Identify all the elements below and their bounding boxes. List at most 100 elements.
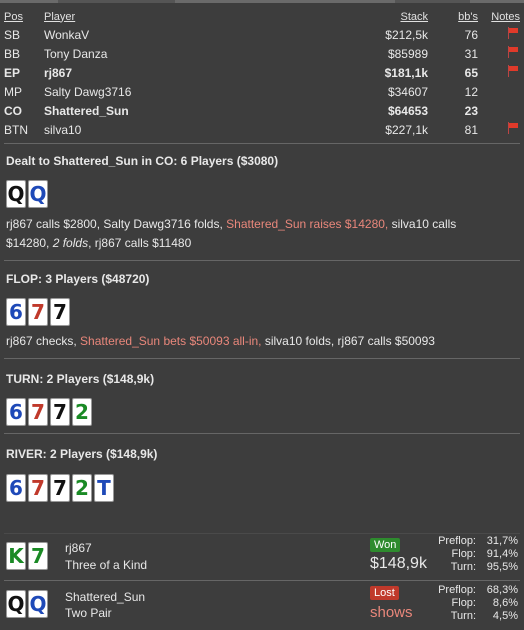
top-bar-segment	[0, 0, 58, 3]
player-bbs: 65	[464, 65, 478, 80]
won-badge: Won	[370, 538, 401, 552]
equity-row: Flop: 91,4%	[428, 548, 518, 561]
flop-action-text: silva10 folds, rj867 calls $50093	[261, 334, 435, 348]
player-name: Salty Dawg3716	[44, 84, 132, 99]
equity-label: Preflop:	[438, 535, 476, 547]
player-stack: $34607	[387, 84, 428, 99]
top-bar-segment	[470, 0, 524, 3]
loser-name: Shattered_Sun	[65, 590, 146, 604]
header-notes[interactable]: Notes	[478, 8, 520, 25]
header-pos[interactable]: Pos	[4, 8, 44, 25]
preflop-hero-action: Shattered_Sun raises $14280,	[226, 217, 389, 231]
player-notes[interactable]	[478, 44, 520, 63]
player-name: Shattered_Sun	[44, 103, 129, 118]
equity-row: Turn: 4,5%	[428, 610, 518, 623]
card-diamond: T	[94, 474, 114, 502]
player-row[interactable]: BTN silva10 $227,1k 81	[4, 120, 520, 139]
note-flag-icon[interactable]	[506, 46, 520, 58]
players-table-header: Pos Player Stack bb's Notes	[4, 8, 520, 25]
player-name: Tony Danza	[44, 46, 108, 61]
note-flag-icon[interactable]	[506, 27, 520, 39]
divider	[4, 433, 520, 434]
loser-equity-stats: Preflop: 68,3% Flop: 8,6% Turn: 4,5%	[428, 584, 518, 623]
player-name: silva10	[44, 122, 82, 137]
river-title: RIVER: 2 Players ($148,9k)	[6, 447, 158, 461]
equity-label: Preflop:	[438, 584, 476, 596]
card-heart: 7	[28, 474, 48, 502]
player-row[interactable]: SB WonkaV $212,5k 76	[4, 25, 520, 44]
lost-badge: Lost	[370, 586, 399, 600]
header-player[interactable]: Player	[44, 8, 344, 25]
player-row[interactable]: BB Tony Danza $85989 31	[4, 44, 520, 63]
equity-value: 4,5%	[492, 610, 518, 622]
card-diamond: Q	[28, 180, 48, 208]
player-row[interactable]: CO Shattered_Sun $64653 23	[4, 101, 520, 120]
divider	[4, 358, 520, 359]
player-notes[interactable]	[478, 82, 520, 101]
won-amount: $148,9k	[370, 555, 427, 572]
top-scrollbar[interactable]	[0, 0, 524, 3]
preflop-action-text: silva10 calls	[388, 217, 457, 231]
card-club: 7	[28, 542, 48, 570]
card-heart: 7	[28, 398, 48, 426]
player-stack: $64653	[387, 103, 428, 118]
player-bbs: 31	[464, 46, 478, 61]
card-diamond: 6	[6, 474, 26, 502]
header-bbs[interactable]: bb's	[428, 8, 478, 25]
player-notes[interactable]	[478, 120, 520, 139]
card-spade: 7	[50, 474, 70, 502]
card-spade: 7	[50, 298, 70, 326]
river-cards: 6772T	[6, 474, 114, 502]
player-stack: $85989	[387, 46, 428, 61]
player-bbs: 81	[464, 122, 478, 137]
divider	[4, 143, 520, 144]
equity-label: Flop:	[451, 597, 476, 609]
winner-hand: Three of a Kind	[65, 558, 148, 572]
equity-value: 95,5%	[486, 561, 518, 573]
card-spade: Q	[6, 180, 26, 208]
card-diamond: Q	[28, 590, 48, 618]
player-notes[interactable]	[478, 25, 520, 44]
player-bbs: 76	[464, 27, 478, 42]
flop-cards: 677	[6, 298, 70, 326]
player-row[interactable]: EP rj867 $181,1k 65	[4, 63, 520, 82]
player-pos: BB	[4, 46, 21, 61]
flop-action-text: rj867 checks,	[6, 334, 81, 348]
equity-row: Turn: 95,5%	[428, 561, 518, 574]
player-stack: $181,1k	[384, 65, 428, 80]
note-flag-icon[interactable]	[506, 122, 520, 134]
player-pos: CO	[4, 103, 22, 118]
shows-label: shows	[370, 604, 413, 621]
equity-label: Turn:	[450, 561, 476, 573]
card-club: 2	[72, 398, 92, 426]
turn-cards: 6772	[6, 398, 92, 426]
players-table: Pos Player Stack bb's Notes SB WonkaV $212…	[4, 8, 520, 139]
card-spade: Q	[6, 590, 26, 618]
player-pos: MP	[4, 84, 22, 99]
card-spade: 7	[50, 398, 70, 426]
player-notes[interactable]	[478, 63, 520, 82]
player-pos: SB	[4, 27, 21, 42]
divider	[4, 533, 520, 534]
card-club: K	[6, 542, 26, 570]
equity-value: 8,6%	[492, 597, 518, 609]
turn-title: TURN: 2 Players ($148,9k)	[6, 372, 155, 386]
note-flag-icon[interactable]	[506, 65, 520, 77]
player-row[interactable]: MP Salty Dawg3716 $34607 12	[4, 82, 520, 101]
player-stack: $227,1k	[385, 122, 428, 137]
player-notes[interactable]	[478, 101, 520, 120]
loser-cards: QQ	[6, 590, 48, 618]
header-stack[interactable]: Stack	[344, 8, 428, 25]
player-pos: EP	[4, 65, 21, 80]
preflop-action-text: rj867 calls $2800, Salty Dawg3716 folds,	[6, 217, 227, 231]
preflop-folds: 2 folds	[52, 236, 89, 250]
equity-label: Turn:	[450, 610, 476, 622]
top-bar-segment	[175, 0, 395, 3]
preflop-action-text: $14280,	[6, 236, 53, 250]
loser-hand: Two Pair	[65, 606, 112, 620]
flop-title: FLOP: 3 Players ($48720)	[6, 272, 150, 286]
equity-label: Flop:	[451, 548, 476, 560]
hole-cards: QQ	[6, 180, 48, 208]
winner-name: rj867	[65, 541, 92, 555]
card-club: 2	[72, 474, 92, 502]
